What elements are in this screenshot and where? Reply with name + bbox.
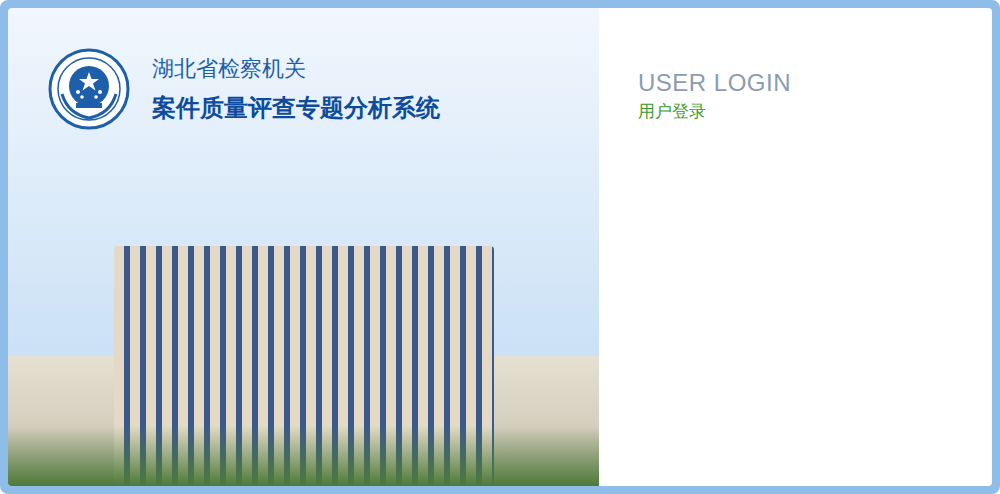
left-panel: 湖北省检察机关案件质量评查专题分析系统 — [8, 8, 599, 486]
brand-titles: 湖北省检察机关案件质量评查专题分析系统 — [152, 54, 440, 124]
login-title-cn: 用户登录 — [638, 100, 992, 124]
system-name: 案件质量评查专题分析系统 — [152, 92, 440, 124]
login-panel: USER LOGIN用户登录 — [599, 8, 992, 486]
org-name: 湖北省检察机关 — [152, 54, 440, 84]
login-title-en: USER LOGIN — [638, 68, 992, 98]
building-photo — [8, 236, 599, 486]
brand-header: 湖北省检察机关案件质量评查专题分析系统 — [8, 8, 599, 130]
emblem-icon — [48, 48, 130, 130]
photo-trees — [8, 426, 599, 486]
login-frame: 湖北省检察机关案件质量评查专题分析系统 USER LOGIN用户登录 — [0, 0, 1000, 494]
